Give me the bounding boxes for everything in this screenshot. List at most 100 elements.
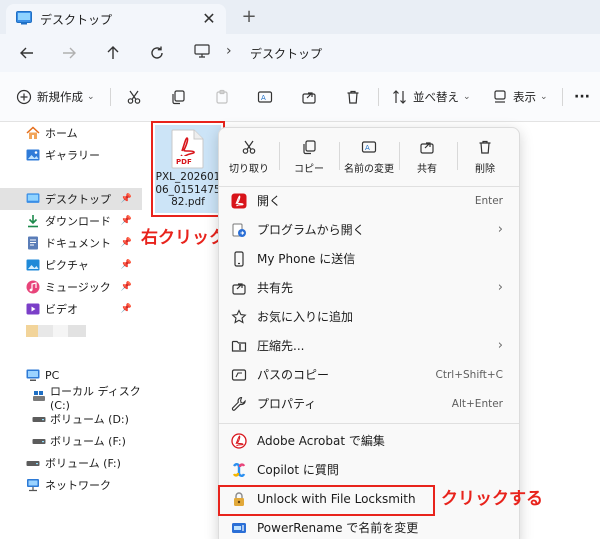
sidebar-item-label: ダウンロード xyxy=(45,215,111,228)
context-menu-quick-actions: 切り取り コピー A 名前の変更 共有 削除 xyxy=(219,128,519,184)
copy-path-icon xyxy=(231,367,247,383)
delete-icon xyxy=(345,89,361,105)
close-tab-icon[interactable]: ✕ xyxy=(200,10,218,28)
pin-icon[interactable]: 📌 xyxy=(121,304,132,314)
back-arrow-icon[interactable] xyxy=(16,42,38,64)
sidebar-item-videos[interactable]: ビデオ 📌 xyxy=(0,298,142,320)
paste-button[interactable] xyxy=(214,86,230,108)
rename-button[interactable]: A xyxy=(257,86,273,108)
sidebar-item-drive-d[interactable]: ボリューム (D:) xyxy=(0,408,142,430)
sidebar-item-volume-f[interactable]: ボリューム (F:) xyxy=(0,452,142,474)
up-arrow-icon[interactable] xyxy=(102,42,124,64)
sidebar-item-label: デスクトップ xyxy=(45,193,111,206)
view-button[interactable]: 表示 ⌄ xyxy=(492,86,548,108)
delete-button[interactable] xyxy=(345,86,361,108)
ctx-share-label: 共有 xyxy=(417,164,437,175)
share-icon xyxy=(231,280,247,296)
sort-button[interactable]: 並べ替え ⌄ xyxy=(392,86,471,108)
share-button[interactable] xyxy=(301,86,317,108)
ctx-copy-path-label: パスのコピー xyxy=(257,368,330,382)
ctx-open[interactable]: 開く Enter xyxy=(219,186,519,215)
ctx-open-label: 開く xyxy=(257,194,282,208)
annotation-click: クリックする xyxy=(441,489,543,509)
sidebar-item-music[interactable]: ミュージック 📌 xyxy=(0,276,142,298)
ctx-add-favorite[interactable]: お気に入りに追加 xyxy=(219,302,519,331)
documents-icon xyxy=(26,236,40,250)
navigation-bar: › デスクトップ xyxy=(0,34,600,72)
ctx-copy-path[interactable]: パスのコピー Ctrl+Shift+C xyxy=(219,360,519,389)
sidebar-item-label: ホーム xyxy=(45,127,78,140)
sidebar-item-label: ピクチャ xyxy=(45,259,89,272)
copy-button[interactable] xyxy=(170,86,186,108)
tab-desktop[interactable]: デスクトップ ✕ xyxy=(6,4,226,34)
ctx-compress-to[interactable]: 圧縮先... › xyxy=(219,331,519,360)
drive-icon xyxy=(26,456,40,470)
sidebar-item-downloads[interactable]: ダウンロード 📌 xyxy=(0,210,142,232)
navigation-pane: ホーム ギャラリー デスクトップ 📌 ダウンロード 📌 ドキュメント 📌 ピクチ… xyxy=(0,122,143,539)
star-icon xyxy=(231,308,247,325)
cut-icon xyxy=(126,89,142,105)
sidebar-item-drive-c[interactable]: ローカル ディスク (C:) xyxy=(0,385,142,412)
ctx-delete-button[interactable]: 削除 xyxy=(457,136,513,180)
pin-icon[interactable]: 📌 xyxy=(121,282,132,292)
ctx-share-to-label: 共有先 xyxy=(257,281,294,295)
rename-icon: A xyxy=(339,136,399,158)
sidebar-item-home[interactable]: ホーム xyxy=(0,122,142,144)
ctx-ask-copilot[interactable]: Copilot に質問 xyxy=(219,455,519,484)
video-icon xyxy=(26,302,40,316)
ctx-share-to[interactable]: 共有先 › xyxy=(219,273,519,302)
network-icon xyxy=(26,478,40,492)
ctx-compress-to-label: 圧縮先... xyxy=(257,339,305,353)
ctx-share-button[interactable]: 共有 xyxy=(399,136,455,180)
ctx-copy-path-shortcut: Ctrl+Shift+C xyxy=(435,368,503,381)
sidebar-item-network[interactable]: ネットワーク xyxy=(0,474,142,496)
new-button[interactable]: 新規作成 ⌄ xyxy=(16,86,95,108)
monitor-icon[interactable] xyxy=(194,44,210,61)
sidebar-item-gallery[interactable]: ギャラリー xyxy=(0,144,142,166)
pin-icon[interactable]: 📌 xyxy=(121,194,132,204)
ctx-powerrename[interactable]: PowerRename で名前を変更 xyxy=(219,513,519,539)
ctx-send-to-phone[interactable]: My Phone に送信 xyxy=(219,244,519,273)
music-icon xyxy=(26,280,40,294)
desktop-icon xyxy=(16,10,32,28)
ctx-cut-button[interactable]: 切り取り xyxy=(221,136,277,180)
divider xyxy=(219,423,519,424)
sidebar-item-pictures[interactable]: ピクチャ 📌 xyxy=(0,254,142,276)
chevron-down-icon: ⌄ xyxy=(540,92,548,102)
ctx-copy-button[interactable]: コピー xyxy=(281,136,337,180)
refresh-icon[interactable] xyxy=(146,42,168,64)
copy-icon xyxy=(170,89,186,105)
disk-icon xyxy=(32,390,46,404)
sidebar-item-drive-f[interactable]: ボリューム (F:) xyxy=(0,430,142,452)
wrench-icon xyxy=(231,396,247,412)
ctx-send-to-phone-label: My Phone に送信 xyxy=(257,252,356,266)
phone-icon xyxy=(231,250,247,267)
pictures-icon xyxy=(26,258,40,272)
forward-arrow-icon[interactable] xyxy=(58,42,80,64)
acrobat-edit-icon xyxy=(231,432,247,449)
breadcrumb-location[interactable]: デスクトップ xyxy=(250,45,322,62)
title-bar: デスクトップ ✕ + xyxy=(0,0,600,34)
ctx-powerrename-label: PowerRename で名前を変更 xyxy=(257,521,419,535)
new-tab-icon[interactable]: + xyxy=(240,8,258,26)
pin-icon[interactable]: 📌 xyxy=(121,238,132,248)
ctx-open-with[interactable]: プログラムから開く › xyxy=(219,215,519,244)
more-options-icon[interactable]: ··· xyxy=(574,86,590,108)
ctx-acrobat-edit[interactable]: Adobe Acrobat で編集 xyxy=(219,426,519,455)
pc-icon xyxy=(26,368,40,382)
drive-icon xyxy=(32,434,46,448)
pin-icon[interactable]: 📌 xyxy=(121,260,132,270)
share-icon xyxy=(399,136,455,158)
ctx-add-favorite-label: お気に入りに追加 xyxy=(257,310,354,324)
paste-icon xyxy=(214,89,230,105)
sidebar-item-redacted[interactable] xyxy=(0,320,142,342)
ctx-rename-button[interactable]: A 名前の変更 xyxy=(339,136,399,180)
sidebar-item-documents[interactable]: ドキュメント 📌 xyxy=(0,232,142,254)
acrobat-icon xyxy=(231,193,247,209)
ctx-properties[interactable]: プロパティ Alt+Enter xyxy=(219,389,519,418)
cut-button[interactable] xyxy=(126,86,142,108)
command-bar: 新規作成 ⌄ A 並べ替え ⌄ 表示 ⌄ ··· xyxy=(0,72,600,122)
sidebar-item-desktop[interactable]: デスクトップ 📌 xyxy=(0,188,142,210)
pin-icon[interactable]: 📌 xyxy=(121,216,132,226)
delete-icon xyxy=(457,136,513,158)
